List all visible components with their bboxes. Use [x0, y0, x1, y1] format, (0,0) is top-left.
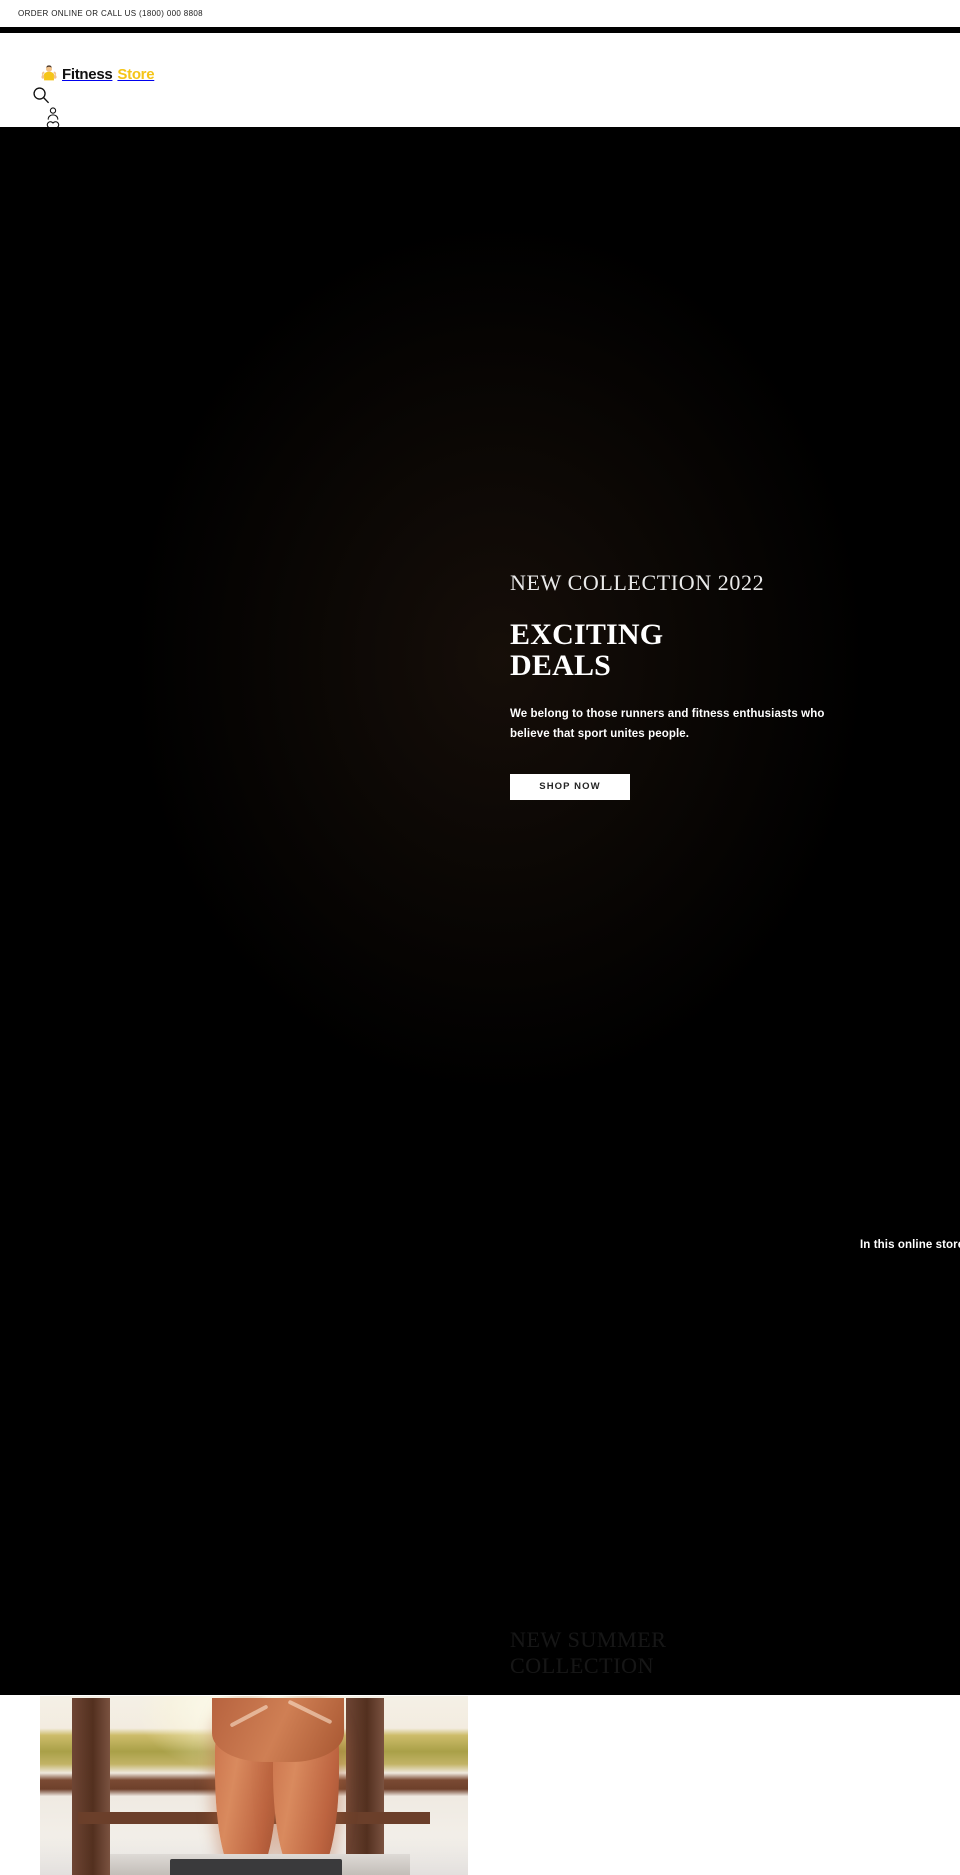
treadmill-photo [40, 1696, 468, 1875]
hero-slide-1: NEW COLLECTION 2022 EXCITING DEALS We be… [0, 127, 960, 1690]
band-divider [0, 1690, 960, 1695]
logo-word-primary: Fitness [62, 65, 113, 83]
hero-slide-2: NEW SUMMER COLLECTION SPORT & FITNESS In… [0, 1562, 960, 1690]
hero-headline: EXCITING DEALS [510, 618, 664, 682]
running-shorts [212, 1698, 344, 1762]
logo-word-accent: Store [117, 65, 155, 83]
search-icon[interactable] [32, 86, 50, 107]
announcement-bar: ORDER ONLINE OR CALL US (1800) 000 8808 [0, 0, 960, 27]
hero-copy: We belong to those runners and fitness e… [510, 708, 825, 740]
treadmill-rail-left [72, 1698, 110, 1875]
feature-photo-band [0, 1690, 960, 1875]
hero-slider: NEW COLLECTION 2022 EXCITING DEALS We be… [0, 127, 960, 1690]
treadmill-belt [170, 1859, 342, 1875]
hero-clipped-caption: In this online store you'll find a wide … [860, 1239, 960, 1251]
site-logo[interactable]: Fitness Store [38, 63, 155, 85]
site-header: Fitness Store [0, 33, 960, 133]
announcement-text: ORDER ONLINE OR CALL US (1800) 000 8808 [18, 9, 203, 18]
flexing-arms-emoji-icon [38, 63, 60, 85]
hero-eyebrow: NEW COLLECTION 2022 [510, 570, 765, 595]
shop-now-button[interactable]: SHOP NOW [510, 774, 630, 800]
treadmill-rail-right [346, 1698, 384, 1875]
hero-slide-2-eyebrow: NEW SUMMER COLLECTION [510, 1627, 667, 1678]
